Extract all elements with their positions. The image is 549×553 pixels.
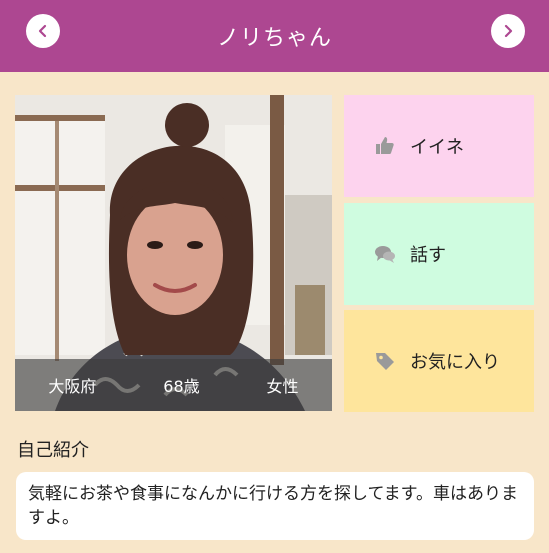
profile-age: 68歳 <box>163 377 200 396</box>
like-button[interactable]: イイネ <box>344 95 534 197</box>
thumbs-up-icon <box>374 135 396 157</box>
like-label: イイネ <box>410 137 464 158</box>
intro-heading: 自己紹介 <box>17 440 89 461</box>
profile-summary-bar: 大阪府 68歳 女性 <box>15 359 332 411</box>
tag-icon <box>374 350 396 372</box>
chevron-left-icon <box>38 24 47 38</box>
profile-gender: 女性 <box>266 377 299 396</box>
next-profile-button[interactable] <box>491 14 525 48</box>
profile-prefecture: 大阪府 <box>48 377 97 396</box>
chevron-right-icon <box>504 24 513 38</box>
page-title: ノリちゃん <box>216 26 332 51</box>
favorite-label: お気に入り <box>410 352 500 373</box>
intro-text: 気軽にお茶や食事になんかに行ける方を探してます。車はありますよ。 <box>16 472 534 540</box>
talk-button[interactable]: 話す <box>344 203 534 305</box>
profile-photo[interactable]: 大阪府 68歳 女性 <box>15 95 332 411</box>
prev-profile-button[interactable] <box>26 14 60 48</box>
favorite-button[interactable]: お気に入り <box>344 310 534 412</box>
talk-label: 話す <box>410 245 446 266</box>
app-header: ノリちゃん <box>0 0 549 72</box>
chat-bubbles-icon <box>374 243 396 265</box>
